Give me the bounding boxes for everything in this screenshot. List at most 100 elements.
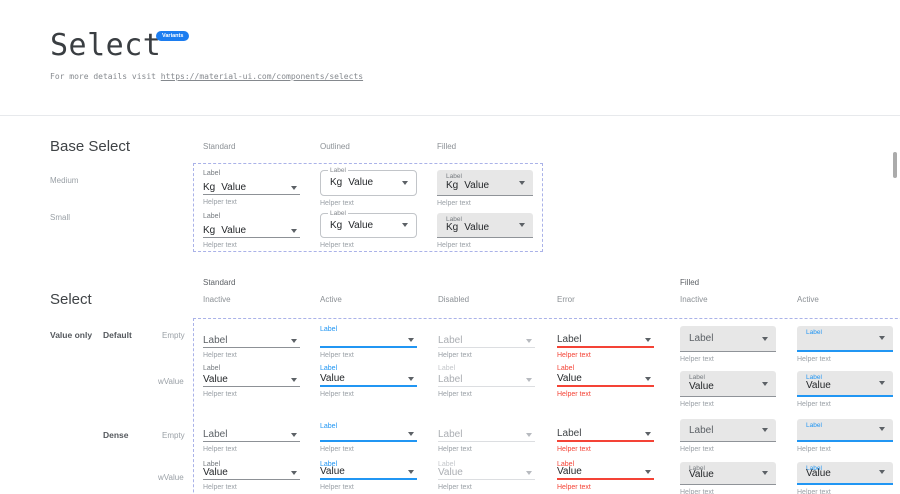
select-control[interactable]: Label Value bbox=[680, 371, 776, 397]
select-value: Value bbox=[557, 466, 582, 478]
select-control[interactable]: Value bbox=[320, 374, 417, 387]
select-value: Value bbox=[806, 468, 831, 479]
select-control[interactable]: Label bbox=[680, 326, 776, 352]
select-value: KgValue bbox=[446, 180, 489, 191]
select-value: KgValue bbox=[446, 222, 489, 233]
select-control[interactable]: Value bbox=[557, 374, 654, 387]
helper-text: Helper text bbox=[437, 242, 533, 249]
dropdown-arrow-icon bbox=[879, 470, 885, 474]
dropdown-arrow-icon bbox=[762, 428, 768, 432]
row-label-empty: Empty bbox=[162, 331, 185, 340]
helper-text: Helper text bbox=[557, 352, 654, 359]
filled-select-inactive-empty: Label Helper text bbox=[680, 326, 776, 363]
select-control[interactable]: Label Value bbox=[797, 462, 893, 485]
select-control[interactable]: Value bbox=[438, 469, 535, 480]
column-header-filled: Filled bbox=[437, 142, 456, 151]
column-header-standard-error: Error bbox=[557, 295, 575, 304]
select-control[interactable] bbox=[320, 335, 417, 348]
select-control[interactable]: Label bbox=[797, 326, 893, 352]
floating-label: Label bbox=[806, 329, 822, 336]
standard-select-dense-error-empty: Label Helper text bbox=[557, 423, 654, 453]
standard-select-error-empty: Label Helper text bbox=[557, 326, 654, 359]
select-control[interactable]: Kg Value bbox=[203, 223, 300, 238]
standard-select-dense-inactive-empty: Label Helper text bbox=[203, 423, 300, 453]
select-control[interactable]: Label KgValue bbox=[437, 170, 533, 196]
description-link[interactable]: https://material-ui.com/components/selec… bbox=[161, 72, 363, 81]
helper-text: Helper text bbox=[203, 391, 300, 398]
dropdown-arrow-icon bbox=[402, 181, 408, 185]
select-value: Value bbox=[203, 467, 228, 479]
select-control[interactable]: Value bbox=[320, 469, 417, 480]
helper-text: Helper text bbox=[438, 484, 535, 491]
select-adornment: Kg bbox=[203, 225, 215, 237]
dropdown-arrow-icon bbox=[519, 223, 525, 227]
select-control[interactable]: Label KgValue bbox=[320, 170, 417, 196]
helper-text: Helper text bbox=[320, 200, 417, 207]
select-control[interactable]: Value bbox=[203, 374, 300, 387]
standard-select-dense-error-wvalue: Label Value Helper text bbox=[557, 461, 654, 491]
select-control[interactable]: Label KgValue bbox=[320, 213, 417, 238]
select-value: Value bbox=[689, 381, 714, 392]
dropdown-arrow-icon bbox=[291, 339, 297, 343]
select-control[interactable]: Value bbox=[203, 469, 300, 480]
select-control[interactable]: Label bbox=[203, 335, 300, 348]
dropdown-arrow-icon bbox=[408, 470, 414, 474]
dropdown-arrow-icon bbox=[526, 378, 532, 382]
helper-text: Helper text bbox=[557, 484, 654, 491]
select-control[interactable]: Label bbox=[438, 431, 535, 442]
row-label-dense: Dense bbox=[103, 430, 129, 440]
group-header-standard: Standard bbox=[203, 278, 235, 287]
select-components-page: Select Variants For more details visit h… bbox=[0, 0, 900, 494]
dropdown-arrow-icon bbox=[291, 229, 297, 233]
select-control[interactable]: Label bbox=[557, 431, 654, 442]
standard-select-dense-disabled-empty: Label Helper text bbox=[438, 423, 535, 453]
floating-label: Label bbox=[446, 173, 462, 180]
select-control[interactable]: Label Value bbox=[680, 462, 776, 485]
select-control[interactable]: Label KgValue bbox=[437, 213, 533, 238]
select-value: Value bbox=[320, 466, 345, 478]
base-outlined-select-small: Label KgValue Helper text bbox=[320, 213, 417, 249]
dropdown-arrow-icon bbox=[526, 471, 532, 475]
description-text: For more details visit bbox=[50, 72, 161, 81]
dropdown-arrow-icon bbox=[291, 471, 297, 475]
select-control[interactable]: Label bbox=[438, 335, 535, 348]
select-control[interactable]: Kg Value bbox=[203, 180, 300, 195]
base-filled-select-medium: Label KgValue Helper text bbox=[437, 170, 533, 207]
dropdown-arrow-icon bbox=[408, 377, 414, 381]
row-label-value-only: Value only bbox=[50, 330, 92, 340]
description: For more details visit https://material-… bbox=[50, 72, 363, 81]
helper-text: Helper text bbox=[438, 446, 535, 453]
helper-text: Helper text bbox=[797, 446, 893, 453]
row-label-default: Default bbox=[103, 330, 132, 340]
select-placeholder: Label bbox=[689, 419, 713, 441]
filled-select-active-empty: Label Helper text bbox=[797, 326, 893, 363]
select-control[interactable]: Label Value bbox=[797, 371, 893, 397]
helper-text: Helper text bbox=[680, 356, 776, 363]
divider bbox=[0, 115, 900, 116]
select-control[interactable]: Label bbox=[557, 335, 654, 348]
dropdown-arrow-icon bbox=[645, 338, 651, 342]
dropdown-arrow-icon bbox=[519, 181, 525, 185]
scrollbar-thumb[interactable] bbox=[893, 152, 897, 178]
helper-text: Helper text bbox=[203, 352, 300, 359]
dropdown-arrow-icon bbox=[408, 338, 414, 342]
select-control[interactable]: Label bbox=[680, 419, 776, 442]
floating-label: Label bbox=[320, 326, 417, 335]
select-adornment: Kg bbox=[446, 222, 458, 233]
standard-select-dense-inactive-wvalue: Label Value Helper text bbox=[203, 461, 300, 491]
select-control[interactable]: Value bbox=[557, 469, 654, 480]
select-control[interactable]: Label bbox=[203, 431, 300, 442]
select-adornment: Kg bbox=[446, 180, 458, 191]
base-outlined-select-medium: Label KgValue Helper text bbox=[320, 170, 417, 207]
floating-label: Label bbox=[328, 167, 348, 174]
base-select-heading: Base Select bbox=[50, 138, 130, 155]
standard-select-disabled-empty: Label Helper text bbox=[438, 326, 535, 359]
helper-text: Helper text bbox=[438, 391, 535, 398]
select-control[interactable]: Label bbox=[797, 419, 893, 442]
select-placeholder: Label bbox=[203, 429, 227, 441]
dropdown-arrow-icon bbox=[526, 433, 532, 437]
select-control[interactable]: Label bbox=[438, 374, 535, 387]
select-control[interactable] bbox=[320, 431, 417, 442]
helper-text: Helper text bbox=[797, 489, 893, 494]
helper-text: Helper text bbox=[557, 391, 654, 398]
